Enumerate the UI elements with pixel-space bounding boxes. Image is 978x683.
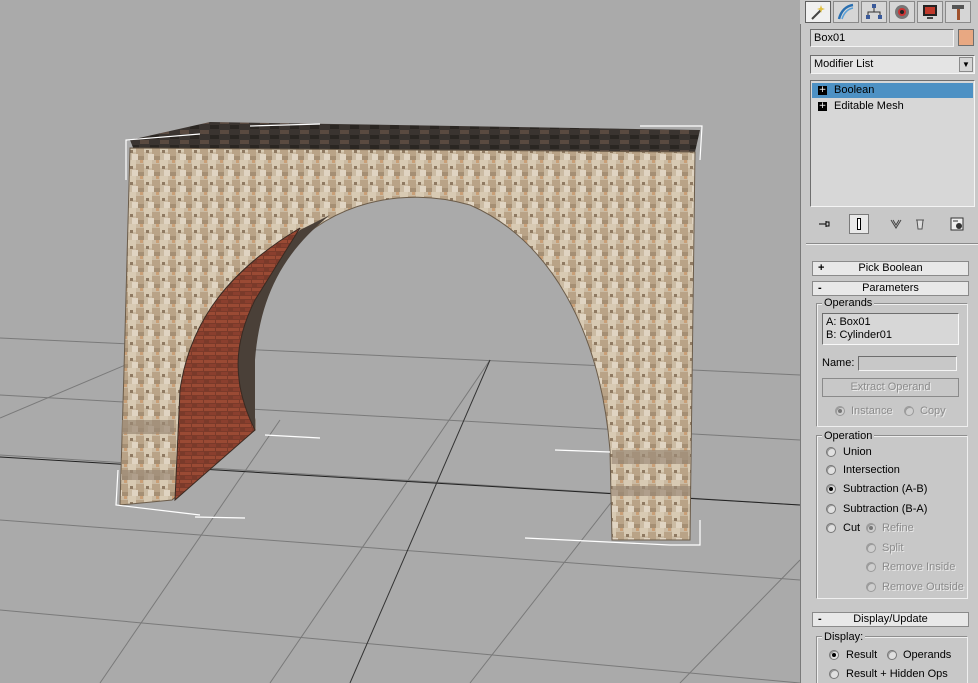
expand-plus-icon[interactable]: + [818,86,827,95]
object-name-field[interactable]: Box01 [810,29,954,47]
rollout-title: Parameters [862,282,919,294]
union-radio[interactable] [826,447,836,457]
pin-stack-button[interactable] [814,214,834,234]
command-panel-tabs [800,0,978,24]
hammer-icon [952,5,964,20]
remove-outside-label: Remove Outside [882,581,964,593]
display-result-label: Result [846,649,878,661]
operand-item-a[interactable]: A: Box01 [826,316,955,329]
cut-radio[interactable] [826,523,836,533]
modify-arc-icon [837,3,854,20]
rollout-display-update[interactable]: - Display/Update [812,612,969,627]
stack-toolbar [810,212,976,234]
motion-tab[interactable] [889,1,915,23]
configure-icon [950,217,964,231]
display-group-title: Display: [822,631,866,643]
motion-icon [895,5,909,19]
copy-radio[interactable] [904,406,914,416]
panel-divider [806,243,978,245]
rollout-toggle-sign: - [818,282,822,294]
copy-label: Copy [920,405,946,417]
instance-label: Instance [851,405,893,417]
modifier-list-label: Modifier List [814,58,874,70]
subtraction-ab-radio[interactable] [826,484,836,494]
utilities-tab[interactable] [945,1,971,23]
refine-radio[interactable] [866,523,876,533]
operation-group-title: Operation [822,430,875,442]
trash-icon [916,219,924,230]
show-end-result-icon [857,218,861,230]
chevron-down-icon: ▼ [959,57,973,72]
remove-outside-radio[interactable] [866,582,876,592]
rollout-pick-boolean[interactable]: + Pick Boolean [812,261,969,276]
create-tab[interactable] [805,1,831,23]
configure-modifier-sets-button[interactable] [947,214,967,234]
split-label: Split [882,542,904,554]
rollout-toggle-sign: + [818,262,825,274]
intersection-radio[interactable] [826,465,836,475]
hierarchy-tab[interactable] [861,1,887,23]
name-label: Name: [822,357,855,369]
modifier-stack[interactable]: + Boolean + Editable Mesh [810,80,975,207]
hierarchy-icon [866,4,882,19]
display-result-hidden-radio[interactable] [829,669,839,679]
display-result-radio[interactable] [829,650,839,660]
rollout-title: Display/Update [853,613,928,625]
rollout-parameters[interactable]: - Parameters [812,281,969,296]
object-color-swatch[interactable] [958,29,974,46]
remove-modifier-button[interactable] [910,214,930,234]
modifier-list-dropdown[interactable]: Modifier List ▼ [810,55,975,74]
subtraction-ba-radio[interactable] [826,504,836,514]
display-operands-radio[interactable] [887,650,897,660]
instance-radio[interactable] [835,406,845,416]
subtraction-ab-label: Subtraction (A-B) [843,483,928,495]
perspective-viewport[interactable] [0,0,800,683]
make-unique-icon [890,219,902,229]
viewport-scene [0,122,800,683]
operands-group-title: Operands [822,297,875,309]
operation-group [816,435,968,599]
intersection-label: Intersection [843,464,900,476]
remove-inside-label: Remove Inside [882,561,956,573]
rollout-toggle-sign: - [818,613,822,625]
magic-wand-icon [811,5,825,20]
split-radio[interactable] [866,543,876,553]
show-end-result-button[interactable] [849,214,869,234]
stack-item-label: Editable Mesh [834,100,904,112]
display-operands-label: Operands [903,649,952,661]
make-unique-button[interactable] [886,214,906,234]
cut-label: Cut [843,522,861,534]
operands-list[interactable]: A: Box01 B: Cylinder01 [822,313,959,345]
refine-label: Refine [882,522,914,534]
subtraction-ba-label: Subtraction (B-A) [843,503,928,515]
operand-item-b[interactable]: B: Cylinder01 [826,329,955,342]
display-monitor-icon [923,5,937,19]
display-tab[interactable] [917,1,943,23]
extract-operand-button[interactable]: Extract Operand [822,378,959,397]
expand-plus-icon[interactable]: + [818,102,827,111]
modify-tab[interactable] [833,1,859,23]
stack-item-editable-mesh[interactable]: + Editable Mesh [812,99,973,114]
remove-inside-radio[interactable] [866,562,876,572]
display-result-hidden-label: Result + Hidden Ops [846,668,948,680]
stack-item-label: Boolean [834,84,875,96]
rollout-title: Pick Boolean [858,262,923,274]
union-label: Union [843,446,872,458]
arch-top-face [130,122,700,152]
operand-name-field[interactable] [858,356,957,371]
pin-icon [819,221,830,227]
stack-item-boolean[interactable]: + Boolean [812,83,973,98]
